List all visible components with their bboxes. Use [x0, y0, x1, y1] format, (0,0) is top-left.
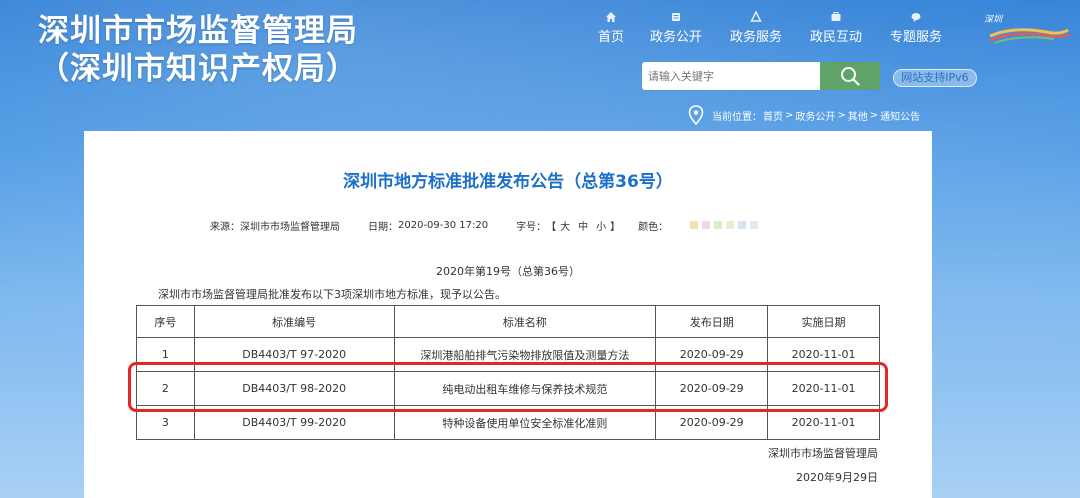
breadcrumb-separator: >: [869, 109, 879, 121]
nav-label: 首页: [597, 30, 624, 45]
nav-item-topics[interactable]: 专题服务: [876, 10, 956, 56]
color-swatch[interactable]: [714, 221, 723, 229]
cell-effective-date: 2020-11-01: [767, 337, 880, 372]
nav-item-gov-services[interactable]: 政务服务: [716, 10, 796, 56]
logo-text: 深圳: [984, 15, 1003, 25]
main-nav: 首页 政务公开 政务服务 政民互动 专题服务: [586, 10, 956, 56]
header-std-name: 标准名称: [393, 305, 657, 338]
font-size-bracket-open: 【: [546, 221, 557, 233]
table-header-row: 序号 标准编号 标准名称 发布日期 实施日期: [136, 305, 880, 338]
font-size-label: 字号：: [516, 221, 547, 233]
home-icon: [586, 10, 636, 28]
shenzhen-logo[interactable]: 深圳: [984, 12, 1074, 46]
breadcrumb-prefix: 当前位置：: [712, 111, 762, 123]
source-value: 深圳市市场监督管理局: [240, 221, 340, 233]
site-title-line1: 深圳市市场监督管理局: [38, 13, 358, 49]
breadcrumb-item-gov-affairs[interactable]: 政务公开: [795, 108, 835, 123]
table-row: 1 DB4403/T 97-2020 深圳港船舶排气污染物排放限值及测量方法 2…: [136, 337, 880, 372]
nav-item-home[interactable]: 首页: [586, 10, 636, 56]
font-size-small-button[interactable]: 小: [596, 218, 606, 233]
signer: 深圳市市场监督管理局: [768, 447, 878, 460]
search-input[interactable]: [642, 62, 820, 90]
color-label: 颜色：: [638, 221, 669, 233]
color-swatch[interactable]: [702, 221, 711, 229]
date-label: 日期：: [368, 221, 398, 233]
cell-seq: 2: [136, 371, 195, 406]
site-title-line2: （深圳市知识产权局）: [38, 51, 358, 87]
cell-std-number: DB4403/T 97-2020: [193, 337, 395, 372]
intro-text: 深圳市市场监督管理局批准发布以下3项深圳市地方标准，现予以公告。: [158, 288, 506, 301]
breadcrumb-separator: >: [837, 109, 846, 121]
color-swatch[interactable]: [726, 221, 735, 229]
document-icon: [636, 10, 716, 28]
article-title: 深圳市地方标准批准发布公告（总第36号）: [343, 172, 673, 192]
font-size-medium-button[interactable]: 中: [578, 218, 588, 233]
header-effective-date: 实施日期: [767, 305, 880, 338]
article-panel: 深圳市地方标准批准发布公告（总第36号） 来源： 深圳市市场监督管理局 日期： …: [84, 131, 932, 498]
search-button[interactable]: [820, 62, 880, 90]
breadcrumb-item-home[interactable]: 首页: [763, 108, 783, 123]
cell-effective-date: 2020-11-01: [767, 371, 880, 406]
sign-date: 2020年9月29日: [796, 471, 878, 484]
breadcrumb-separator: >: [785, 109, 794, 121]
standards-table: 序号 标准编号 标准名称 发布日期 实施日期 1 DB4403/T 97-202…: [136, 305, 880, 440]
cell-std-name: 深圳港船舶排气污染物排放限值及测量方法: [393, 337, 657, 372]
location-pin-icon: [688, 105, 704, 125]
cell-effective-date: 2020-11-01: [767, 405, 880, 440]
nav-item-interaction[interactable]: 政民互动: [796, 10, 876, 56]
breadcrumb-item-other[interactable]: 其他: [848, 108, 868, 123]
header-seq: 序号: [136, 305, 195, 338]
cell-std-number: DB4403/T 98-2020: [193, 371, 395, 406]
color-swatch[interactable]: [750, 221, 759, 229]
search-icon: [841, 67, 860, 86]
nav-label: 政务服务: [729, 30, 782, 45]
site-title[interactable]: 深圳市市场监督管理局 （深圳市知识产权局）: [38, 12, 358, 88]
breadcrumb-item-notices[interactable]: 通知公告: [880, 108, 920, 123]
cell-std-number: DB4403/T 99-2020: [193, 405, 395, 440]
search-bar: [642, 62, 880, 90]
header-std-number: 标准编号: [193, 305, 395, 338]
date-value: 2020-09-30 17:20: [398, 219, 489, 231]
font-size-large-button[interactable]: 大: [560, 218, 570, 233]
cell-seq: 1: [136, 337, 195, 372]
document-number: 2020年第19号（总第36号）: [436, 265, 580, 278]
cell-std-name: 特种设备使用单位安全标准化准则: [393, 405, 657, 440]
cell-seq: 3: [136, 405, 195, 440]
header-publish-date: 发布日期: [655, 305, 769, 338]
table-row: 2 DB4403/T 98-2020 纯电动出租车维修与保养技术规范 2020-…: [136, 371, 880, 406]
color-swatch[interactable]: [690, 221, 699, 229]
service-icon: [716, 10, 796, 28]
nav-label: 专题服务: [889, 30, 942, 45]
nav-label: 政民互动: [809, 30, 862, 45]
cell-std-name: 纯电动出租车维修与保养技术规范: [393, 371, 657, 406]
ipv6-badge: 网站支持IPv6: [893, 69, 977, 87]
nav-item-gov-affairs[interactable]: 政务公开: [636, 10, 716, 56]
cell-publish-date: 2020-09-29: [655, 405, 769, 440]
article-meta: 来源： 深圳市市场监督管理局 日期： 2020-09-30 17:20 字号： …: [210, 217, 762, 233]
cell-publish-date: 2020-09-29: [655, 371, 769, 406]
table-row: 3 DB4403/T 99-2020 特种设备使用单位安全标准化准则 2020-…: [136, 405, 880, 440]
color-swatch[interactable]: [738, 221, 747, 229]
color-swatches: [690, 221, 762, 229]
cell-publish-date: 2020-09-29: [655, 337, 769, 372]
nav-label: 政务公开: [649, 30, 702, 45]
source-label: 来源：: [210, 221, 240, 233]
topic-icon: [876, 10, 956, 28]
interaction-icon: [796, 10, 876, 28]
breadcrumb: 当前位置： 首页 > 政务公开 > 其他 > 通知公告: [688, 104, 921, 126]
font-size-bracket-close: 】: [610, 221, 621, 233]
